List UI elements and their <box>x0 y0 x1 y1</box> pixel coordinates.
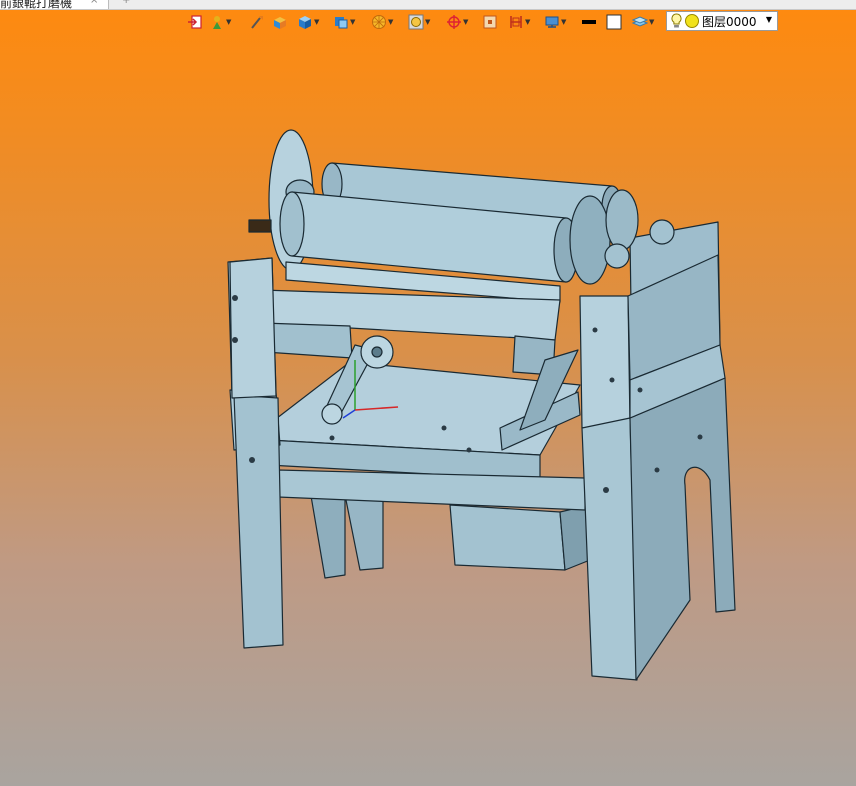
right-side-leg <box>629 377 736 681</box>
layer-stack-icon <box>632 16 648 27</box>
view-cube-icon <box>335 17 348 29</box>
motor-box <box>449 504 566 571</box>
chevron-down-icon[interactable]: ▼ <box>350 18 355 26</box>
origin-icon <box>447 15 461 29</box>
layer-color-icon <box>685 14 699 28</box>
3d-viewport[interactable] <box>0 34 856 786</box>
back-leg-mid <box>344 492 384 571</box>
frame-icon <box>483 15 497 29</box>
brush-button[interactable] <box>249 11 265 33</box>
layer-stack-button[interactable]: ▼ <box>632 11 654 33</box>
frame-button[interactable] <box>482 11 498 33</box>
chevron-down-icon[interactable]: ▼ <box>226 18 231 26</box>
bearing-block <box>649 219 675 245</box>
exit-sketch-button[interactable] <box>187 11 203 33</box>
network-button[interactable]: ▼ <box>544 11 566 33</box>
back-leg-left <box>309 487 346 579</box>
network-icon <box>545 16 559 28</box>
cube-icon <box>299 16 311 29</box>
brush-icon <box>251 16 263 29</box>
zoom-icon <box>408 14 424 30</box>
tension-spring <box>248 219 272 233</box>
pulley-right <box>569 195 611 285</box>
exit-sketch-icon <box>188 15 202 29</box>
fill-color-button[interactable] <box>606 11 622 33</box>
machine-model[interactable] <box>0 34 856 786</box>
document-tab-title: 前銀輥打磨機 <box>0 0 73 9</box>
chevron-down-icon: ▼ <box>765 15 772 24</box>
front-right-leg <box>581 417 638 681</box>
section-icon <box>510 16 522 28</box>
chevron-down-icon[interactable]: ▼ <box>388 18 393 26</box>
render-ball-icon <box>372 15 386 29</box>
chevron-down-icon[interactable]: ▼ <box>425 18 430 26</box>
box-orange-icon <box>274 17 286 29</box>
chevron-down-icon[interactable]: ▼ <box>463 18 468 26</box>
chevron-down-icon[interactable]: ▼ <box>561 18 566 26</box>
tab-close-icon[interactable]: × <box>90 0 98 6</box>
box-button[interactable] <box>272 11 288 33</box>
section-button[interactable]: ▼ <box>508 11 530 33</box>
document-tab-strip: 前銀輥打磨機 × + <box>0 0 856 10</box>
chevron-down-icon[interactable]: ▼ <box>525 18 530 26</box>
layer-name: 图层0000 <box>702 14 757 29</box>
front-left-leg <box>233 394 284 649</box>
front-right-panel <box>579 295 631 429</box>
line-color-icon <box>582 20 596 24</box>
layer-dropdown[interactable]: 图层0000 ▼ <box>666 11 778 31</box>
zoom-button[interactable]: ▼ <box>408 11 430 33</box>
origin-button[interactable]: ▼ <box>446 11 468 33</box>
paint-button[interactable]: ▼ <box>209 11 231 33</box>
cube-button[interactable]: ▼ <box>297 11 319 33</box>
lightbulb-icon <box>671 13 682 28</box>
line-color-button[interactable] <box>581 11 597 33</box>
fill-color-icon <box>606 14 622 30</box>
paint-icon <box>213 16 221 29</box>
chevron-down-icon[interactable]: ▼ <box>314 18 319 26</box>
render-button[interactable]: ▼ <box>371 11 393 33</box>
document-tab[interactable]: 前銀輥打磨機 × <box>0 0 109 9</box>
view-cube-button[interactable]: ▼ <box>333 11 355 33</box>
new-tab-icon[interactable]: + <box>122 0 130 6</box>
chevron-down-icon[interactable]: ▼ <box>649 18 654 26</box>
